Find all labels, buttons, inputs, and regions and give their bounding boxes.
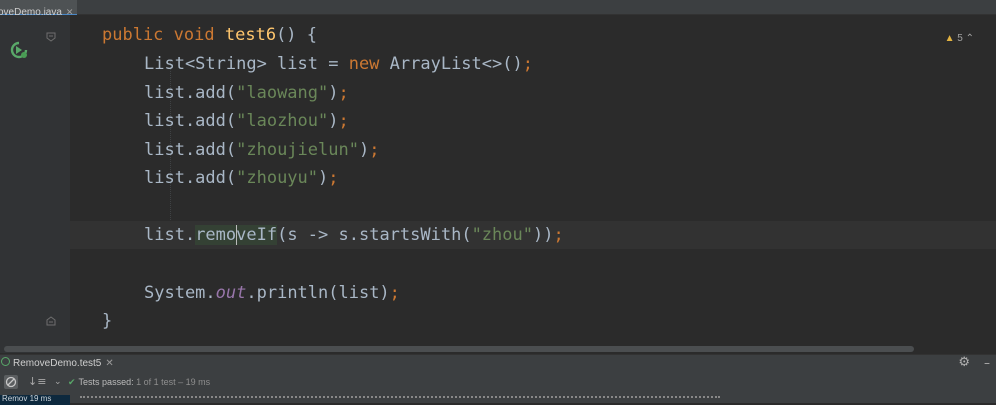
sort-icon[interactable]: ↓≡ xyxy=(28,375,46,389)
run-test-icon[interactable] xyxy=(10,41,28,59)
fold-end-icon[interactable] xyxy=(45,315,57,327)
code-editor[interactable]: ▲ 5 ⌃ public void test6() { List<String>… xyxy=(70,15,996,353)
close-icon[interactable]: ✕ xyxy=(105,358,113,369)
editor-tab-bar: oveDemo.java ✕ xyxy=(0,0,996,18)
editor-gutter xyxy=(0,15,70,353)
code-line-7: list.removeIf(s -> s.startsWith("zhou"))… xyxy=(144,225,564,245)
warning-icon: ▲ xyxy=(944,33,955,44)
symbol-highlight: removeIf xyxy=(195,225,278,245)
chevron-down-icon[interactable]: ⌄ xyxy=(54,375,68,389)
horizontal-scrollbar[interactable] xyxy=(4,346,914,352)
gear-icon[interactable]: ⚙ xyxy=(958,355,970,370)
code-line-8: System.out.println(list); xyxy=(144,283,400,303)
run-tab[interactable]: RemoveDemo.test5 ✕ xyxy=(0,357,114,371)
code-line-3: list.add("laowang"); xyxy=(144,83,349,103)
run-toolbar: ↓≡ ⌄ ✔ Tests passed: 1 of 1 test – 19 ms xyxy=(0,374,996,392)
code-line-5: list.add("zhoujielun"); xyxy=(144,140,380,160)
warning-count: 5 xyxy=(957,33,963,44)
fold-icon[interactable] xyxy=(45,31,57,43)
test-config-icon xyxy=(1,357,10,366)
run-tool-window: RemoveDemo.test5 ✕ ⚙ – ↓≡ ⌄ ✔ Tests passed… xyxy=(0,354,996,405)
check-icon: ✔ xyxy=(68,377,76,387)
status-label: Tests passed: xyxy=(78,377,134,387)
minimize-icon[interactable]: – xyxy=(984,356,990,370)
code-line-4: list.add("laozhou"); xyxy=(144,111,349,131)
code-line-2: List<String> list = new ArrayList<>(); xyxy=(144,54,533,74)
console-output xyxy=(80,396,720,405)
code-line-6: list.add("zhouyu"); xyxy=(144,168,339,188)
inspection-widget[interactable]: ▲ 5 ⌃ xyxy=(945,33,974,44)
test-tree-row[interactable]: Remov 19 ms xyxy=(0,394,70,405)
chevron-icon: ⌃ xyxy=(965,33,974,44)
code-line-9: } xyxy=(102,311,113,331)
file-tab[interactable]: oveDemo.java ✕ xyxy=(0,0,78,18)
test-status: ✔ Tests passed: 1 of 1 test – 19 ms xyxy=(68,377,210,388)
code-line-1: public void test6() { xyxy=(102,25,318,45)
status-detail: 1 of 1 test – 19 ms xyxy=(136,377,211,387)
run-tab-label: RemoveDemo.test5 xyxy=(13,358,102,369)
stop-icon[interactable] xyxy=(4,375,18,389)
